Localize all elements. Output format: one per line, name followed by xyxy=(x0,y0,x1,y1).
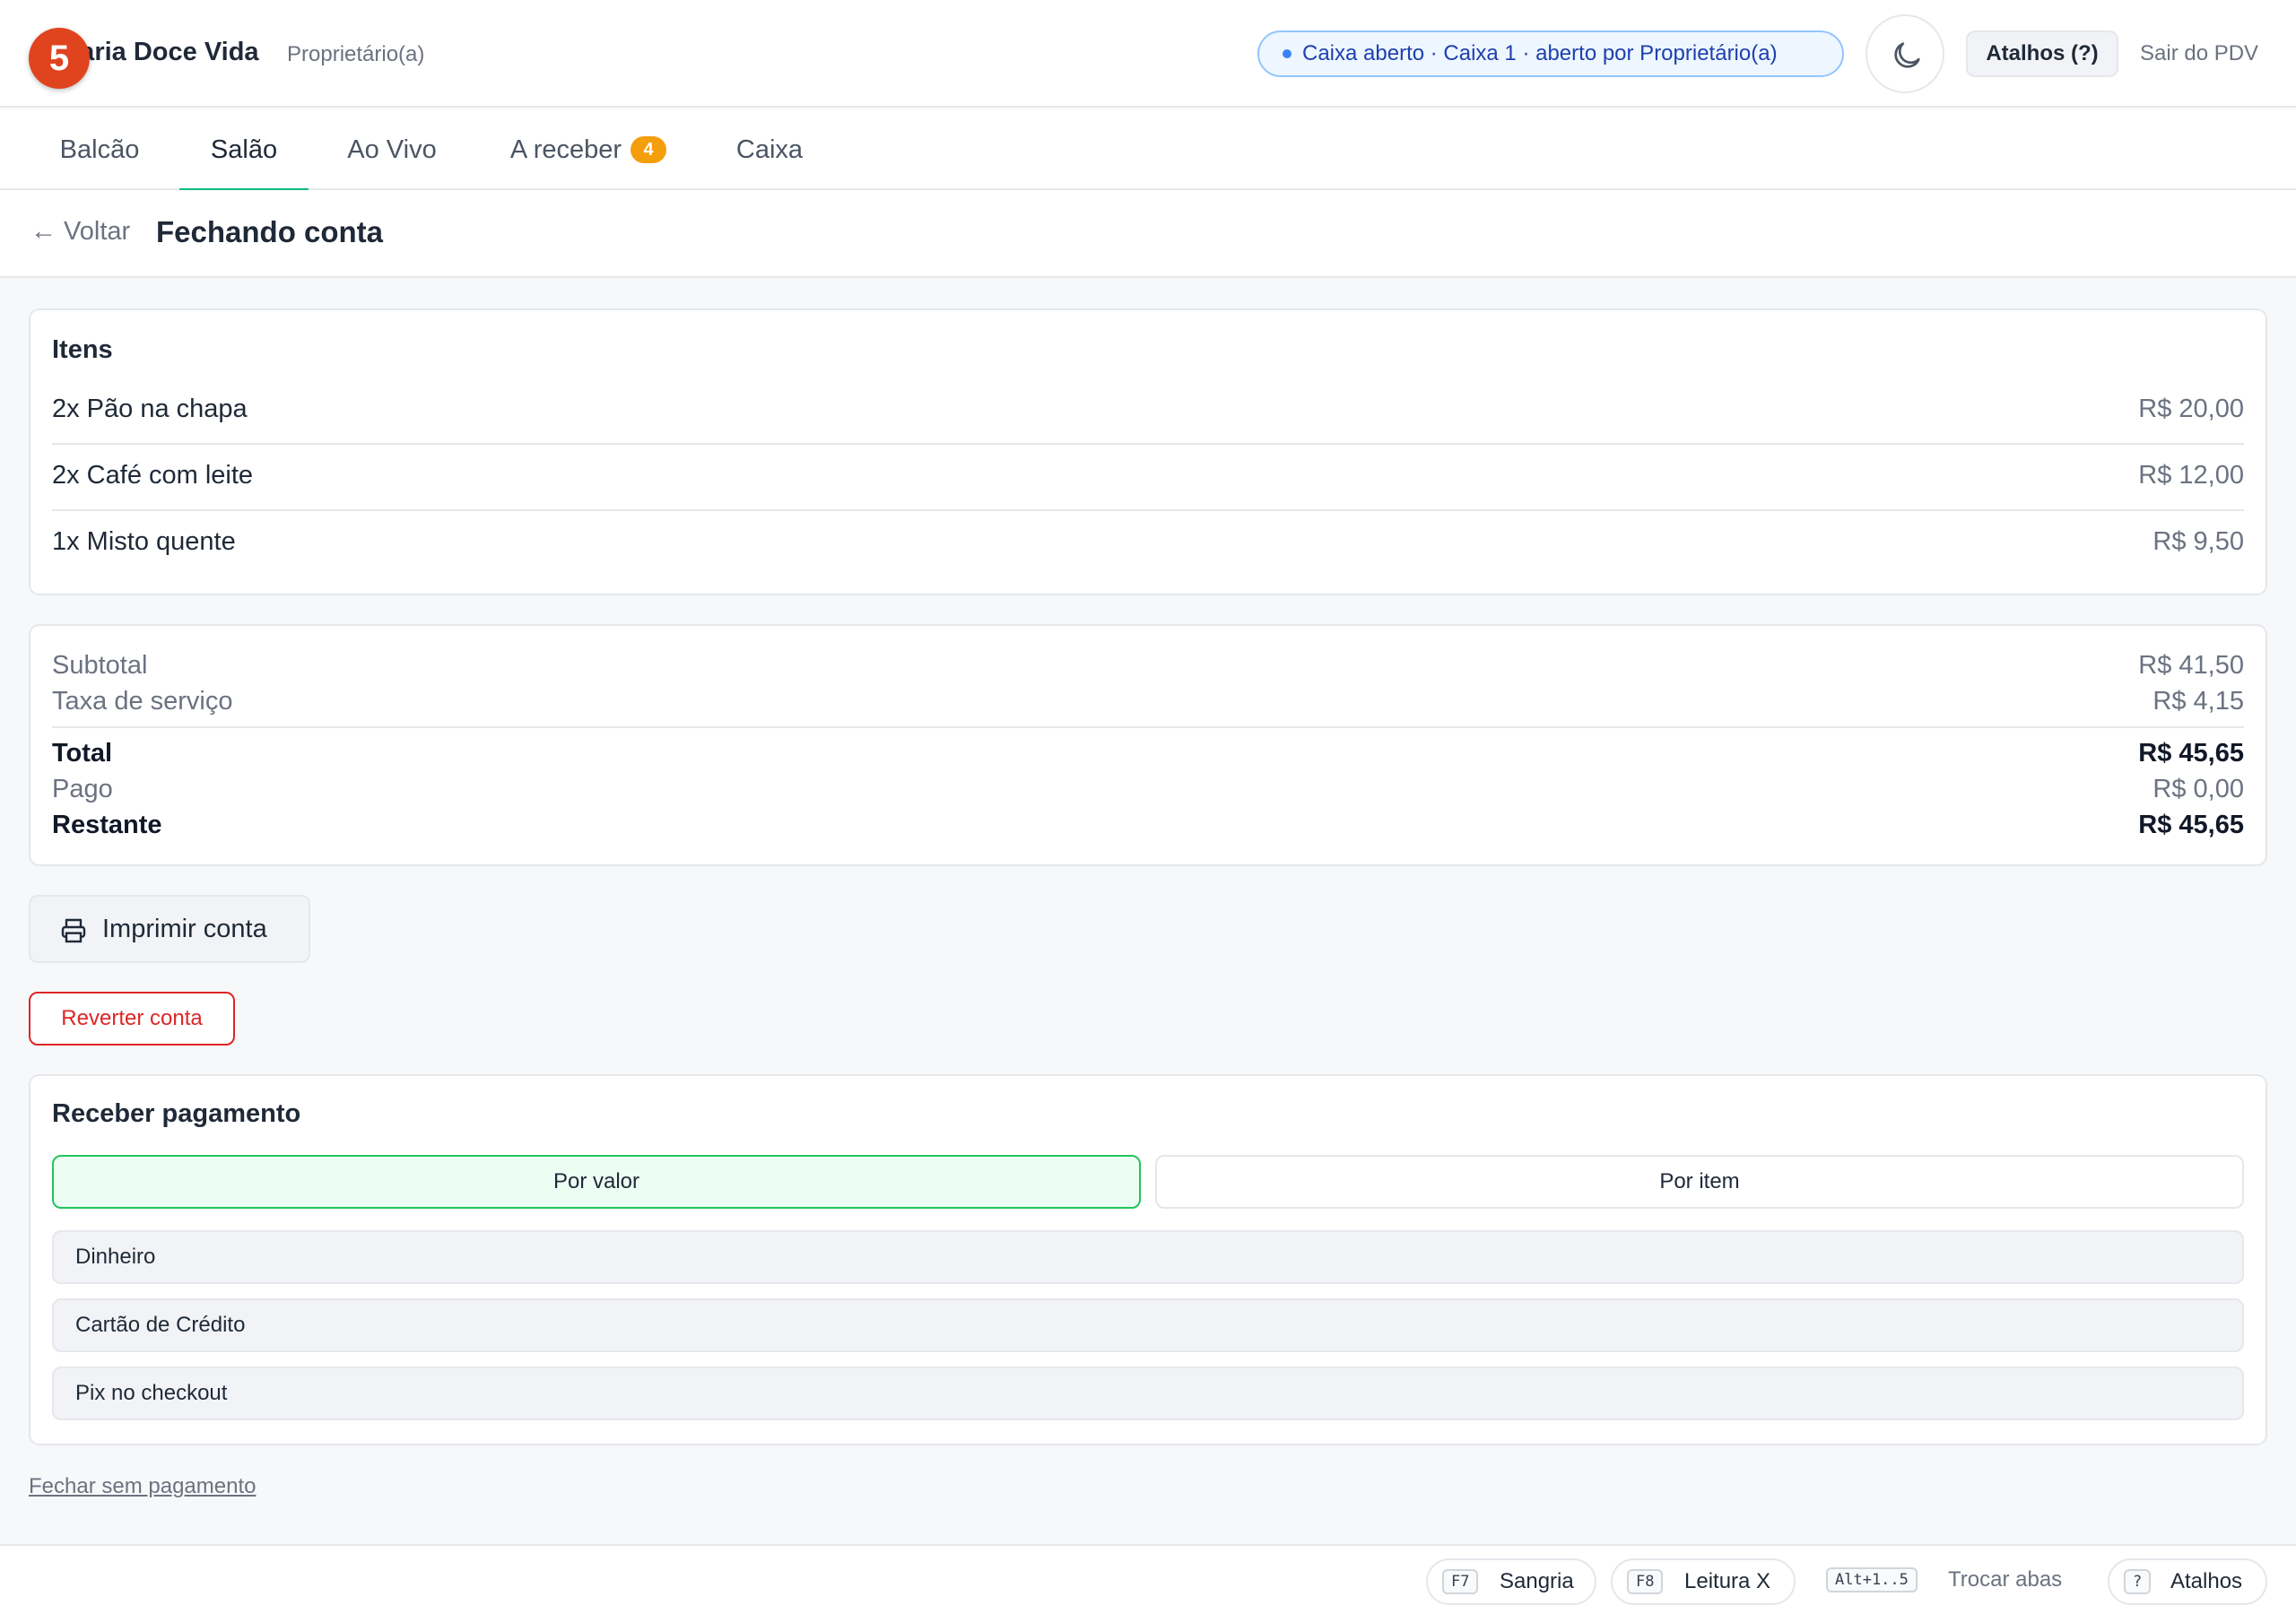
sangria-key: F7 xyxy=(1442,1569,1479,1594)
theme-toggle-button[interactable] xyxy=(1866,14,1944,93)
top-bar: 5 Padaria Doce Vida Proprietário(a) Caix… xyxy=(0,0,2296,108)
payment-method-cash[interactable]: Dinheiro xyxy=(52,1230,2244,1284)
totals-divider xyxy=(52,726,2244,728)
item-name: 2x Pão na chapa xyxy=(52,395,248,423)
remaining-row: Restante R$ 45,65 xyxy=(52,811,2244,846)
subtotal-value: R$ 41,50 xyxy=(2138,651,2244,680)
service-fee-row: Taxa de serviço R$ 4,15 xyxy=(52,687,2244,723)
cash-register-status-text: Caixa aberto · Caixa 1 · aberto por Prop… xyxy=(1302,41,1778,65)
print-bill-button[interactable]: Imprimir conta xyxy=(29,895,310,963)
main-tabs: Balcão Salão Ao Vivo A receber 4 Caixa xyxy=(0,109,2296,192)
payment-card-title: Receber pagamento xyxy=(52,1099,301,1128)
total-label: Total xyxy=(52,739,113,768)
step-badge: 5 xyxy=(29,28,90,89)
list-item: 2x Café com leite R$ 12,00 xyxy=(52,445,2244,511)
item-name: 2x Café com leite xyxy=(52,461,254,490)
back-link[interactable]: ← Voltar xyxy=(30,217,130,247)
tab-salao[interactable]: Salão xyxy=(179,109,309,192)
page-title: Fechando conta xyxy=(156,215,384,248)
sangria-label: Sangria xyxy=(1500,1569,1574,1593)
close-without-payment-link[interactable]: Fechar sem pagamento xyxy=(29,1474,256,1499)
total-row: Total R$ 45,65 xyxy=(52,739,2244,775)
tab-label: Caixa xyxy=(735,135,804,164)
user-role: Proprietário(a) xyxy=(287,42,425,66)
printer-icon xyxy=(61,918,86,943)
status-dot-icon xyxy=(1283,49,1292,58)
tab-a-receber[interactable]: A receber 4 xyxy=(491,109,685,190)
help-label: Atalhos xyxy=(2170,1569,2243,1593)
payment-method-pix[interactable]: Pix no checkout xyxy=(52,1367,2244,1420)
item-price: R$ 12,00 xyxy=(2138,461,2244,490)
tab-label: Balcão xyxy=(59,135,140,164)
page-header: ← Voltar Fechando conta xyxy=(0,190,2296,278)
service-fee-value: R$ 4,15 xyxy=(2152,687,2244,716)
revert-bill-button[interactable]: Reverter conta xyxy=(29,992,235,1046)
tab-count-badge: 4 xyxy=(631,136,667,163)
switch-tabs-key: Alt+1..5 xyxy=(1826,1567,1918,1592)
tab-caixa[interactable]: Caixa xyxy=(718,109,822,190)
print-bill-label: Imprimir conta xyxy=(102,915,267,943)
service-fee-label: Taxa de serviço xyxy=(52,687,233,716)
items-card-title: Itens xyxy=(52,335,113,364)
list-item: 2x Pão na chapa R$ 20,00 xyxy=(52,378,2244,445)
switch-tabs-hint: Alt+1..5 Trocar abas xyxy=(1822,1558,2083,1605)
pay-by-item-button[interactable]: Por item xyxy=(1155,1155,2244,1209)
tab-balcao[interactable]: Balcão xyxy=(36,109,163,190)
pay-by-value-button[interactable]: Por valor xyxy=(52,1155,1141,1209)
payment-method-credit-card[interactable]: Cartão de Crédito xyxy=(52,1298,2244,1352)
moon-icon xyxy=(1894,42,1920,68)
switch-tabs-label: Trocar abas xyxy=(1948,1567,2063,1592)
item-price: R$ 9,50 xyxy=(2152,527,2244,556)
paid-value: R$ 0,00 xyxy=(2152,775,2244,803)
tab-ao-vivo[interactable]: Ao Vivo xyxy=(326,109,457,190)
subtotal-row: Subtotal R$ 41,50 xyxy=(52,651,2244,687)
items-card: Itens 2x Pão na chapa R$ 20,00 2x Café c… xyxy=(29,308,2267,595)
leitura-x-shortcut[interactable]: F8 Leitura X xyxy=(1611,1558,1796,1605)
remaining-label: Restante xyxy=(52,811,162,839)
list-item: 1x Misto quente R$ 9,50 xyxy=(52,511,2244,577)
item-price: R$ 20,00 xyxy=(2138,395,2244,423)
totals-card: Subtotal R$ 41,50 Taxa de serviço R$ 4,1… xyxy=(29,624,2267,866)
help-shortcut[interactable]: ? Atalhos xyxy=(2108,1558,2267,1605)
subtotal-label: Subtotal xyxy=(52,651,148,680)
total-value: R$ 45,65 xyxy=(2138,739,2244,768)
sangria-shortcut[interactable]: F7 Sangria xyxy=(1426,1558,1596,1605)
item-name: 1x Misto quente xyxy=(52,527,236,556)
exit-pdv-link[interactable]: Sair do PDV xyxy=(2140,41,2258,66)
tab-label: Salão xyxy=(210,135,278,164)
tab-label: A receber xyxy=(509,135,622,164)
leitura-x-key: F8 xyxy=(1627,1569,1664,1594)
leitura-x-label: Leitura X xyxy=(1684,1569,1771,1593)
remaining-value: R$ 45,65 xyxy=(2138,811,2244,839)
paid-label: Pago xyxy=(52,775,113,803)
paid-row: Pago R$ 0,00 xyxy=(52,775,2244,811)
footer-shortcuts-bar: F7 Sangria F8 Leitura X Alt+1..5 Trocar … xyxy=(0,1544,2296,1614)
tab-label: Ao Vivo xyxy=(347,135,437,164)
help-key: ? xyxy=(2124,1569,2152,1594)
shortcuts-button[interactable]: Atalhos (?) xyxy=(1966,30,2118,77)
cash-register-status: Caixa aberto · Caixa 1 · aberto por Prop… xyxy=(1257,30,1844,77)
